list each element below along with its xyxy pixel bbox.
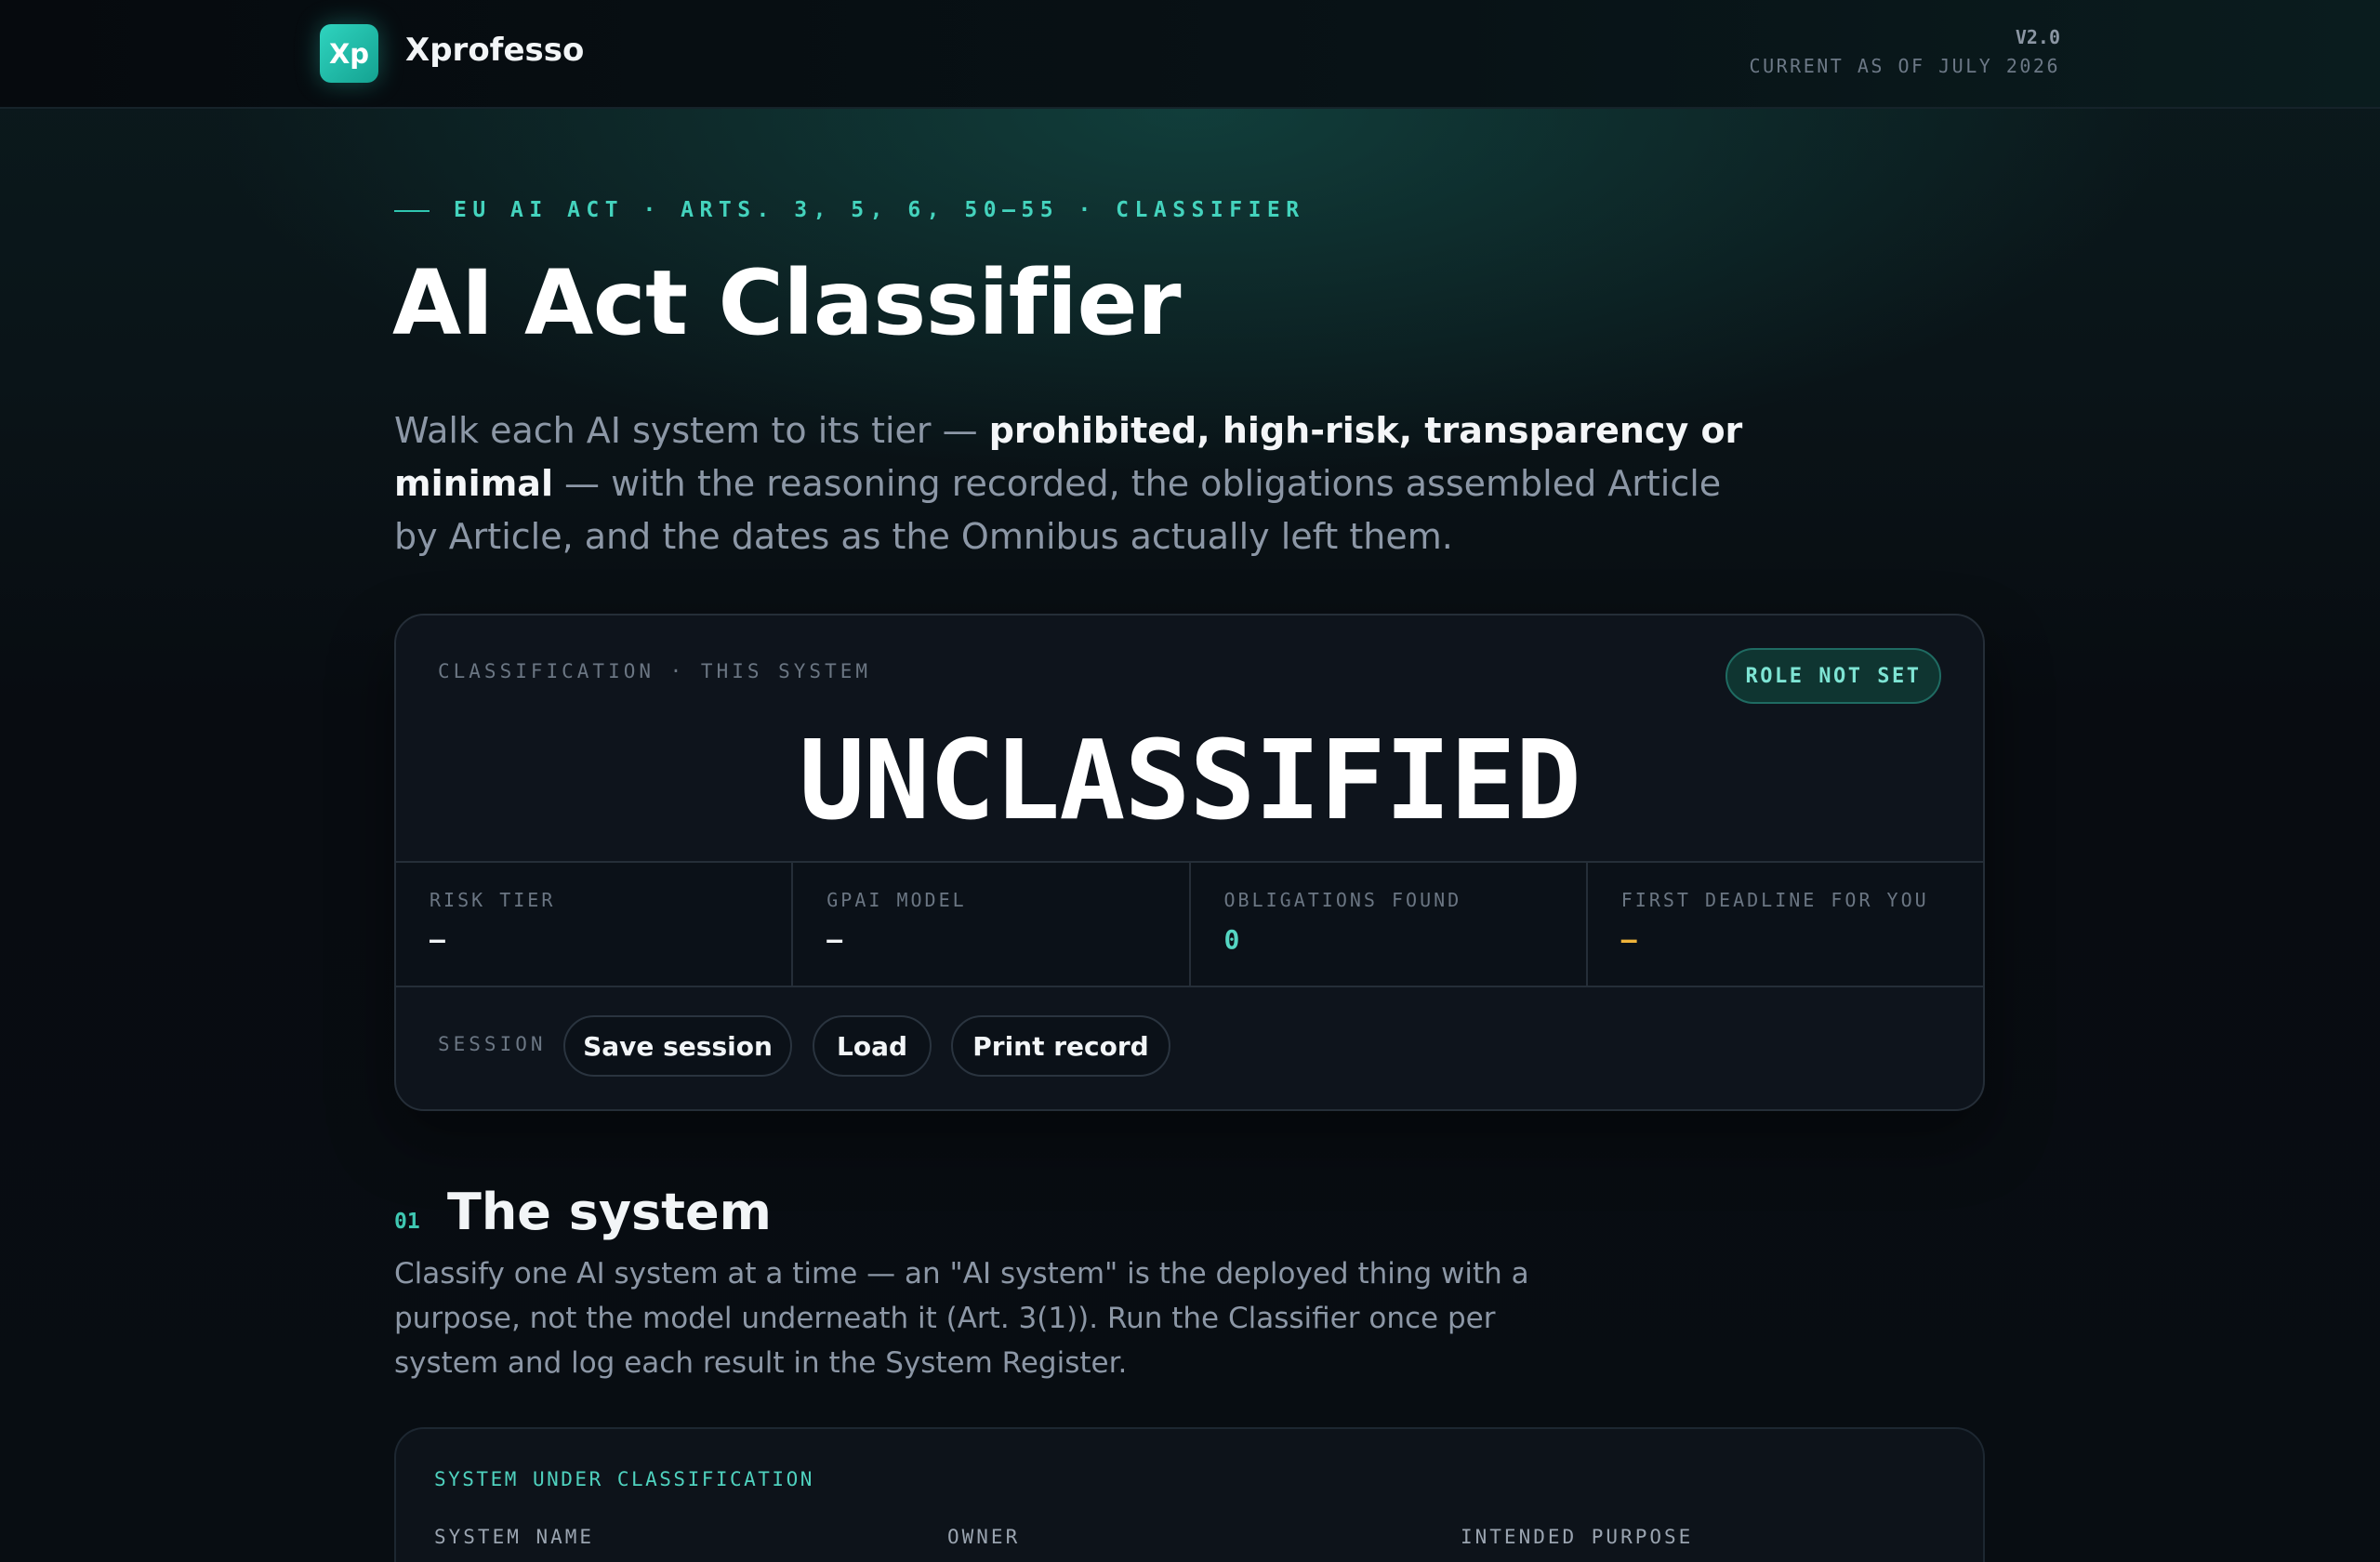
stat-value: –	[1620, 924, 1637, 955]
stat-first-deadline: FIRST DEADLINE FOR YOU –	[1588, 863, 1983, 986]
intended-purpose-label: INTENDED PURPOSE	[1461, 1526, 1694, 1548]
top-bar: Xp Xprofesso V2.0 CURRENT AS OF JULY 202…	[0, 0, 2380, 109]
stat-value: –	[826, 924, 843, 955]
stat-value: –	[430, 924, 445, 955]
classification-kicker: CLASSIFICATION · THIS SYSTEM	[438, 660, 872, 682]
stat-label: GPAI MODEL	[826, 889, 967, 911]
load-button[interactable]: Load	[813, 1015, 932, 1077]
lede-text-1: Walk each AI system to its tier —	[394, 410, 989, 451]
session-label: SESSION	[438, 1033, 547, 1055]
classification-status: UNCLASSIFIED	[799, 716, 1581, 844]
section-description: Classify one AI system at a time — an "A…	[394, 1257, 1529, 1380]
logo-mark[interactable]: Xp	[320, 24, 378, 83]
stat-risk-tier: RISK TIER –	[396, 863, 794, 986]
stat-label: OBLIGATIONS FOUND	[1223, 889, 1462, 911]
print-record-button[interactable]: Print record	[951, 1015, 1170, 1077]
section-number: 01	[394, 1210, 420, 1234]
stat-label: RISK TIER	[430, 889, 556, 911]
stat-obligations-found: OBLIGATIONS FOUND 0	[1191, 863, 1588, 986]
stat-label: FIRST DEADLINE FOR YOU	[1620, 889, 1929, 911]
stats-row: RISK TIER – GPAI MODEL – OBLIGATIONS FOU…	[396, 861, 1983, 987]
system-card: SYSTEM UNDER CLASSIFICATION SYSTEM NAME …	[394, 1427, 1985, 1562]
page-lede: Walk each AI system to its tier — prohib…	[394, 404, 1770, 563]
system-name-label: SYSTEM NAME	[434, 1526, 595, 1548]
save-session-button[interactable]: Save session	[563, 1015, 792, 1077]
classification-card: CLASSIFICATION · THIS SYSTEM ROLE NOT SE…	[394, 614, 1985, 1111]
eyebrow: EU AI ACT · ARTS. 3, 5, 6, 50–55 · CLASS…	[454, 198, 1305, 222]
section-title: The system	[447, 1183, 772, 1241]
stat-value: 0	[1223, 924, 1240, 955]
version-label: V2.0	[2015, 26, 2060, 48]
brand-name[interactable]: Xprofesso	[405, 32, 584, 69]
current-as-of: CURRENT AS OF JULY 2026	[1749, 55, 2060, 77]
role-badge: ROLE NOT SET	[1726, 648, 1941, 704]
lede-text-2: — with the reasoning recorded, the oblig…	[394, 463, 1722, 557]
page-title: AI Act Classifier	[392, 251, 1181, 355]
stat-gpai-model: GPAI MODEL –	[793, 863, 1191, 986]
system-card-kicker: SYSTEM UNDER CLASSIFICATION	[434, 1468, 814, 1490]
owner-label: OWNER	[947, 1526, 1021, 1548]
eyebrow-rule	[394, 210, 430, 212]
